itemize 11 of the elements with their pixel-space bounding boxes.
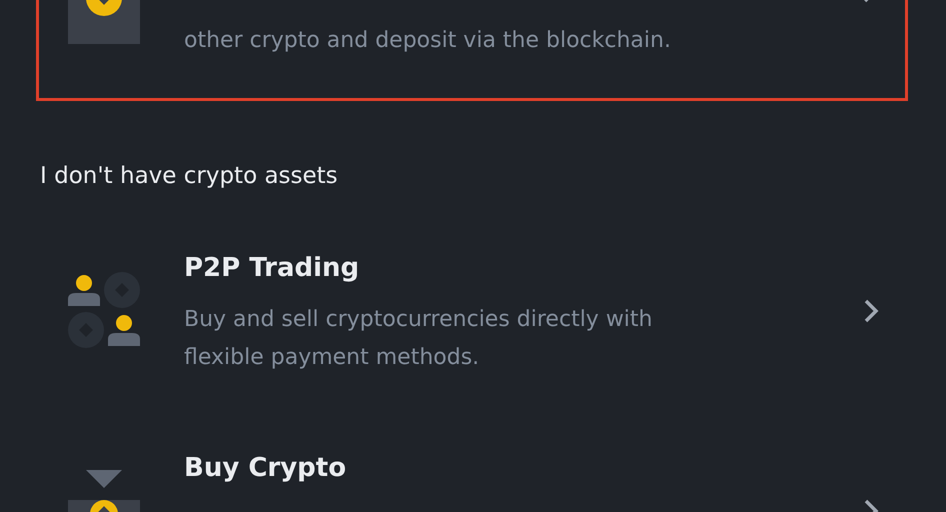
section-title: I don't have crypto assets bbox=[40, 162, 339, 191]
option-description: other crypto and deposit via the blockchain. bbox=[184, 27, 672, 55]
option-row[interactable]: Buy Crypto bbox=[0, 450, 946, 512]
option-title: P2P Trading bbox=[184, 252, 360, 285]
option-title: Buy Crypto bbox=[184, 452, 348, 485]
option-description: Buy and sell cryptocurrencies directly with flexible payment methods. bbox=[184, 306, 654, 372]
chevron-right-icon bbox=[862, 298, 880, 324]
p2p-people-icon bbox=[68, 272, 140, 348]
coin-buy-icon bbox=[68, 470, 140, 512]
deposit-option-card[interactable]: other crypto and deposit via the blockchain. bbox=[36, 0, 908, 101]
option-row[interactable]: P2P Trading Buy and sell cryptocurrencies directly with flexible payment methods. bbox=[0, 250, 946, 377]
